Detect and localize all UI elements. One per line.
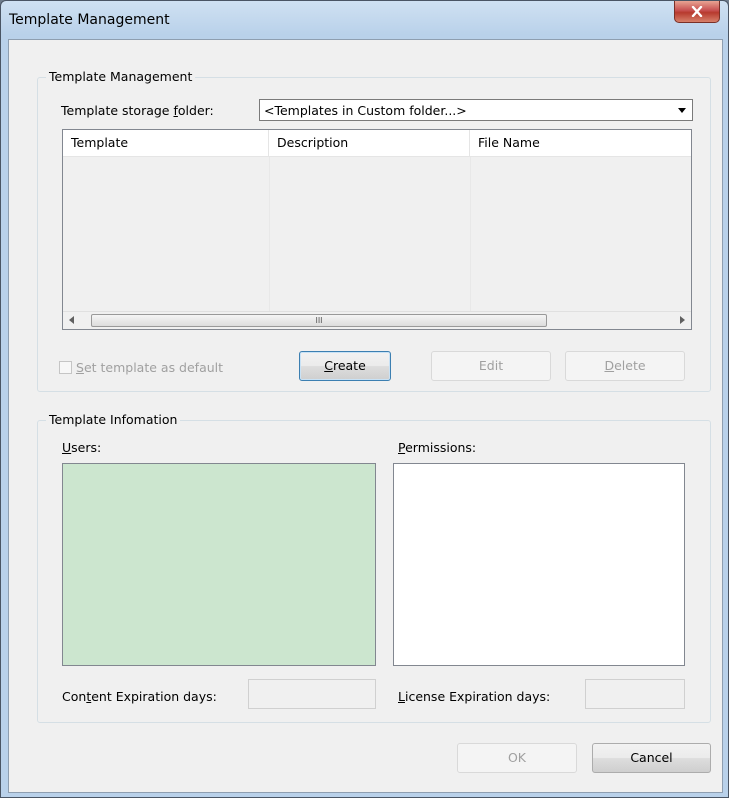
set-default-label: Set template as default [76, 360, 224, 375]
column-header-file-name[interactable]: File Name [470, 130, 691, 156]
group-title: Template Management [46, 69, 196, 84]
content-expiration-input[interactable] [248, 679, 376, 709]
title-bar[interactable]: Template Management [1, 1, 728, 39]
grid-line [269, 157, 270, 312]
group-title: Template Infomation [46, 412, 181, 427]
horizontal-scrollbar[interactable]: III [63, 311, 691, 329]
folder-dropdown-value: <Templates in Custom folder...> [264, 103, 467, 118]
create-button[interactable]: Create [299, 351, 391, 381]
list-header: Template Description File Name [63, 130, 691, 157]
scroll-left-icon[interactable] [69, 316, 74, 324]
chevron-down-icon [678, 108, 686, 113]
column-header-template[interactable]: Template [63, 130, 269, 156]
scroll-thumb[interactable]: III [91, 314, 547, 327]
set-default-checkbox[interactable] [59, 361, 72, 374]
ok-button[interactable]: OK [457, 743, 577, 773]
folder-dropdown[interactable]: <Templates in Custom folder...> [259, 99, 693, 121]
template-list[interactable]: Template Description File Name III [62, 129, 692, 330]
delete-button[interactable]: Delete [565, 351, 685, 381]
license-expiration-label: License Expiration days: [398, 689, 551, 704]
license-expiration-input[interactable] [585, 679, 685, 709]
edit-button[interactable]: Edit [431, 351, 551, 381]
folder-label: Template storage folder: [61, 103, 214, 118]
close-icon [691, 6, 703, 17]
users-label: Users: [62, 440, 102, 455]
close-button[interactable] [674, 1, 720, 23]
users-list[interactable] [62, 463, 376, 666]
window-title: Template Management [9, 12, 170, 28]
grid-line [470, 157, 471, 312]
dialog-client: Template Management Template storage fol… [8, 39, 723, 793]
content-expiration-label: Content Expiration days: [62, 689, 217, 704]
cancel-button[interactable]: Cancel [592, 743, 711, 773]
permissions-label: Permissions: [398, 440, 477, 455]
permissions-list[interactable] [393, 463, 685, 666]
dialog-window: Template Management Template Management … [0, 0, 729, 798]
scroll-right-icon[interactable] [680, 316, 685, 324]
column-header-description[interactable]: Description [269, 130, 470, 156]
